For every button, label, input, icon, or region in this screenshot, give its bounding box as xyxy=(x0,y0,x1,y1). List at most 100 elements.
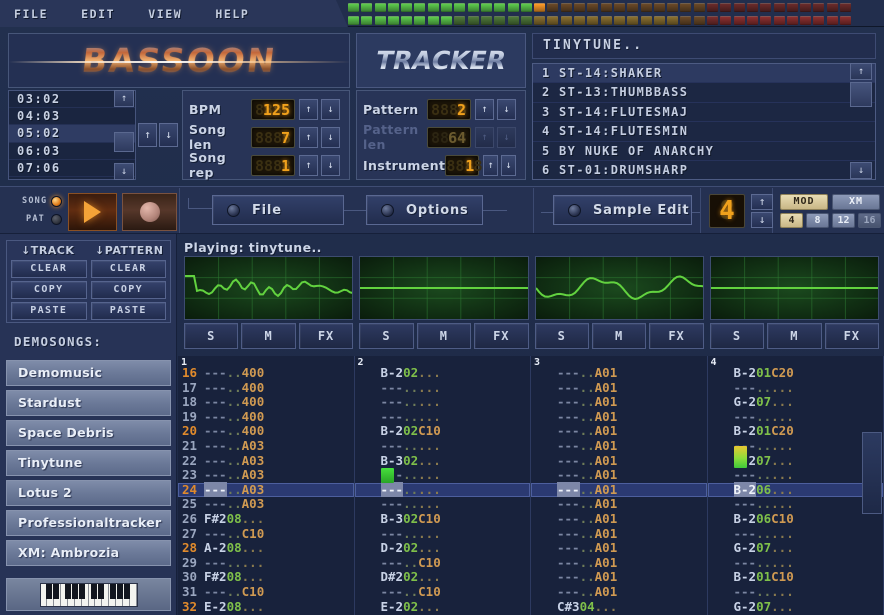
pattern-mode-led-icon[interactable] xyxy=(51,214,62,225)
piano-black-key[interactable] xyxy=(110,584,116,599)
pattern-row[interactable]: ---..... xyxy=(708,468,884,483)
pattern-row[interactable]: ---..A01 xyxy=(531,483,707,498)
channel-2-m-button[interactable]: M xyxy=(417,323,471,349)
channel-2-s-button[interactable]: S xyxy=(359,323,413,349)
pattern-row[interactable]: ---..A01 xyxy=(531,424,707,439)
pattern-row[interactable]: 24---..A03 xyxy=(178,483,354,498)
piano-black-key[interactable] xyxy=(117,584,123,599)
scroll-up-icon[interactable]: ↑ xyxy=(114,90,134,107)
demosong-item[interactable]: Demomusic xyxy=(6,360,171,386)
nudge-down-icon[interactable]: ↓ xyxy=(159,123,178,147)
pattern-row[interactable]: ---..... xyxy=(355,381,531,396)
pattern-row[interactable]: 18---..400 xyxy=(178,395,354,410)
pattern-row[interactable]: ---..... xyxy=(708,497,884,512)
channel-1-s-button[interactable]: S xyxy=(184,323,238,349)
pattern-row[interactable]: B-206... xyxy=(708,483,884,498)
pattern-row[interactable]: D-202... xyxy=(355,541,531,556)
pattern-row[interactable]: E-202... xyxy=(355,600,531,615)
pattern-row[interactable]: ---..A01 xyxy=(531,497,707,512)
pattern-row[interactable]: B-202... xyxy=(355,366,531,381)
lcd-display[interactable]: 8888125 xyxy=(251,99,295,120)
channel-count-up-icon[interactable]: ↑ xyxy=(751,194,773,210)
file-button[interactable]: File xyxy=(212,195,344,225)
lcd-display[interactable]: 88887 xyxy=(251,127,295,148)
pattern-row[interactable]: B-201C20 xyxy=(708,366,884,381)
demosong-item[interactable]: Stardust xyxy=(6,390,171,416)
stepper-down-icon[interactable]: ↓ xyxy=(497,127,516,148)
piano-black-key[interactable] xyxy=(53,584,59,599)
lcd-display[interactable]: 88881 xyxy=(445,155,479,176)
pattern-row[interactable]: 22---..A03 xyxy=(178,454,354,469)
pattern-row[interactable]: 30F#208... xyxy=(178,570,354,585)
demosong-item[interactable]: Lotus 2 xyxy=(6,480,171,506)
stepper-down-icon[interactable]: ↓ xyxy=(497,99,516,120)
pattern-row[interactable]: B-202C10 xyxy=(355,424,531,439)
sample-edit-button[interactable]: Sample Edit xyxy=(553,195,692,225)
pattern-row[interactable]: ---..A01 xyxy=(531,527,707,542)
menu-item-help[interactable]: HELP xyxy=(215,7,249,21)
channel-preset-8[interactable]: 8 xyxy=(806,213,829,228)
pattern-row[interactable]: 28A-208... xyxy=(178,541,354,556)
pattern-row[interactable]: ---..A01 xyxy=(531,454,707,469)
pattern-row[interactable]: 26F#208... xyxy=(178,512,354,527)
pattern-copy-button[interactable]: COPY xyxy=(91,281,167,299)
sample-scrollbar-thumb[interactable] xyxy=(850,82,872,107)
pattern-row[interactable]: 21---..A03 xyxy=(178,439,354,454)
piano-black-key[interactable] xyxy=(72,584,78,599)
sample-scroll-up-icon[interactable]: ↑ xyxy=(850,63,872,80)
demosong-item[interactable]: Professionaltracker xyxy=(6,510,171,536)
pattern-row[interactable]: ---..... xyxy=(355,439,531,454)
format-button-xm[interactable]: XM xyxy=(832,194,880,210)
pattern-row[interactable]: 27---..C10 xyxy=(178,527,354,542)
pattern-row[interactable]: 32E-208... xyxy=(178,600,354,615)
pattern-clear-button[interactable]: CLEAR xyxy=(91,260,167,278)
pattern-row[interactable]: G-207... xyxy=(708,600,884,615)
pattern-row[interactable]: ---..A01 xyxy=(531,512,707,527)
song-mode-radio[interactable]: SONG xyxy=(22,192,66,210)
pattern-row[interactable]: ---..... xyxy=(708,527,884,542)
sample-list-item[interactable]: 4ST-14:FLUTESMIN xyxy=(533,122,875,141)
pattern-row[interactable]: ---..A01 xyxy=(531,541,707,556)
pattern-channel-1[interactable]: 116---..40017---..40018---..40019---..40… xyxy=(178,356,355,615)
channel-4-fx-button[interactable]: FX xyxy=(825,323,879,349)
pattern-row[interactable]: ---..A01 xyxy=(531,468,707,483)
pattern-channel-4[interactable]: 4B-201C20---.....G-207...---.....B-201C2… xyxy=(708,356,884,615)
stepper-up-icon[interactable]: ↑ xyxy=(299,127,318,148)
scroll-down-icon[interactable]: ↓ xyxy=(114,163,134,180)
pattern-row[interactable]: ---..... xyxy=(355,483,531,498)
pattern-scrollbar-thumb[interactable] xyxy=(862,432,882,514)
pattern-row[interactable]: B-302... xyxy=(355,454,531,469)
pattern-row[interactable]: ---..... xyxy=(355,527,531,542)
pattern-row[interactable]: B-201C10 xyxy=(708,570,884,585)
pattern-channel-2[interactable]: 2B-202...---.....---.....---.....B-202C1… xyxy=(355,356,532,615)
piano-black-key[interactable] xyxy=(98,584,104,599)
track-copy-button[interactable]: COPY xyxy=(11,281,87,299)
pattern-row[interactable]: C#304... xyxy=(531,600,707,615)
pattern-row[interactable]: ---..C10 xyxy=(355,556,531,571)
pattern-editor[interactable]: 116---..40017---..40018---..40019---..40… xyxy=(178,356,884,615)
menu-item-edit[interactable]: EDIT xyxy=(81,7,115,21)
stepper-down-icon[interactable]: ↓ xyxy=(321,99,340,120)
pattern-row[interactable]: ---..... xyxy=(708,556,884,571)
channel-preset-16[interactable]: 16 xyxy=(858,213,881,228)
pattern-row[interactable]: B-302C10 xyxy=(355,512,531,527)
menu-item-view[interactable]: VIEW xyxy=(148,7,182,21)
menu-item-file[interactable]: FILE xyxy=(14,7,48,21)
channel-3-s-button[interactable]: S xyxy=(535,323,589,349)
pattern-mode-radio[interactable]: PAT xyxy=(22,210,66,228)
sample-list[interactable]: 1ST-14:SHAKER2ST-13:THUMBBASS3ST-14:FLUT… xyxy=(532,63,876,180)
demosong-item[interactable]: Space Debris xyxy=(6,420,171,446)
song-mode-led-icon[interactable] xyxy=(51,196,62,207)
song-title-field[interactable]: TINYTUNE.. xyxy=(532,33,876,59)
pattern-row[interactable]: D#202... xyxy=(355,570,531,585)
channel-preset-4[interactable]: 4 xyxy=(780,213,803,228)
piano-black-key[interactable] xyxy=(46,584,52,599)
pattern-row[interactable]: ---..... xyxy=(708,381,884,396)
stepper-up-icon[interactable]: ↑ xyxy=(299,155,318,176)
pattern-row[interactable]: ---..... xyxy=(708,585,884,600)
pattern-row[interactable]: ---..A01 xyxy=(531,585,707,600)
stepper-up-icon[interactable]: ↑ xyxy=(483,155,498,176)
pattern-row[interactable]: 29---..... xyxy=(178,556,354,571)
pattern-row[interactable]: G-207... xyxy=(708,541,884,556)
pattern-row[interactable]: B-201C20 xyxy=(708,424,884,439)
